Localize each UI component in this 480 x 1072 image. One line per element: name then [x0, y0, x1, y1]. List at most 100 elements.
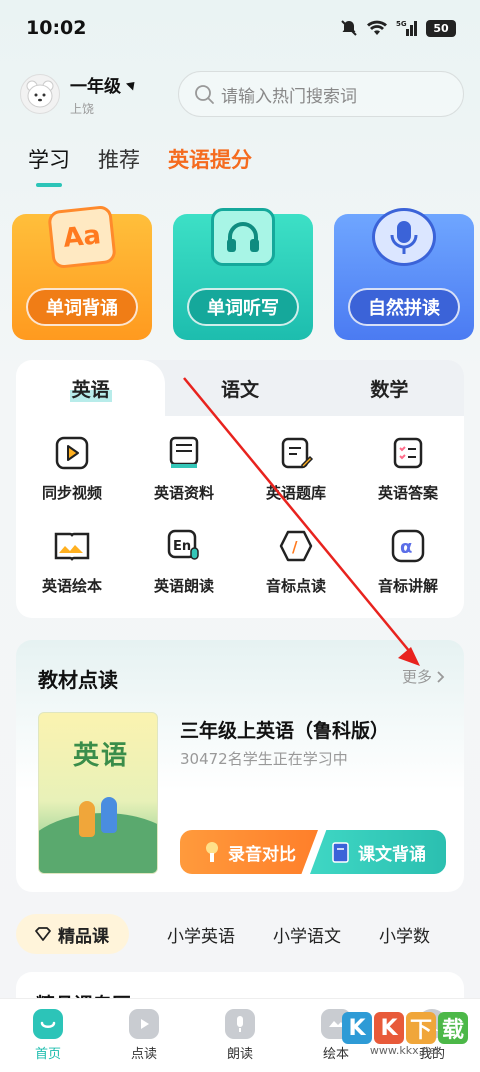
alpha-icon: α: [389, 527, 427, 565]
mute-bell-icon: [341, 20, 357, 36]
play-card-icon: [129, 1009, 159, 1039]
record-compare-label: 录音对比: [228, 844, 296, 865]
subject-tabs: 英语 语文 数学: [16, 360, 464, 416]
watermark-letter: 载: [438, 1012, 468, 1044]
mic-card-icon: [225, 1009, 255, 1039]
aa-card-icon: Aa: [47, 204, 117, 270]
category-premium-course[interactable]: 精品课: [16, 914, 129, 954]
record-compare-button[interactable]: 录音对比: [180, 830, 318, 874]
book-stack-icon: [165, 434, 203, 472]
svg-text:α: α: [400, 537, 412, 558]
category-primary-math[interactable]: 小学数: [379, 922, 430, 947]
tool-label: 英语绘本: [41, 577, 102, 595]
book-cover[interactable]: 英语: [38, 712, 158, 874]
book-cover-title: 英语: [73, 741, 130, 771]
word-dictation-card[interactable]: 单词听写: [173, 208, 313, 340]
top-tabs: 学习 推荐 英语提分: [28, 144, 252, 187]
category-primary-chinese[interactable]: 小学语文: [273, 922, 341, 947]
tool-phonetic-explain[interactable]: α 音标讲解: [352, 527, 464, 618]
battery-indicator: 50: [426, 19, 456, 37]
text-recite-label: 课文背诵: [358, 844, 426, 865]
text-recite-button[interactable]: 课文背诵: [310, 830, 446, 874]
en-mic-icon: En: [165, 527, 203, 565]
tool-phonetic-reading[interactable]: / 音标点读: [240, 527, 352, 618]
nav-label: 朗读: [226, 1047, 253, 1062]
tool-label: 同步视频: [41, 484, 102, 502]
book-icon: [332, 842, 349, 863]
headphones-icon: [211, 208, 275, 266]
search-input[interactable]: 请输入热门搜索词: [178, 71, 464, 117]
word-recite-card[interactable]: Aa 单词背诵: [12, 204, 152, 340]
textbook-section-title: 教材点读: [38, 668, 118, 692]
svg-text:En: En: [173, 539, 191, 554]
diamond-icon: [35, 927, 51, 941]
phonetic-slash-icon: /: [277, 527, 315, 565]
tool-label: 音标讲解: [377, 577, 438, 595]
kid-figure: [79, 801, 95, 837]
microphone-icon: [372, 208, 436, 266]
watermark-letter: 下: [406, 1012, 436, 1044]
subject-tab-english[interactable]: 英语: [16, 360, 166, 416]
subject-tab-chinese[interactable]: 语文: [165, 360, 314, 416]
tab-study[interactable]: 学习: [28, 144, 70, 187]
document-edit-icon: [277, 434, 315, 472]
textbook-panel: 教材点读 更多 英语 三年级上英语（鲁科版） 30472名学生正在学习中 录音对…: [16, 640, 464, 892]
tab-english-boost[interactable]: 英语提分: [168, 144, 252, 174]
grade-selector[interactable]: 一年级 上饶: [70, 72, 156, 117]
chevron-right-icon: [437, 670, 445, 683]
subject-tab-math[interactable]: 数学: [315, 360, 464, 416]
video-play-icon: [53, 434, 91, 472]
tool-english-materials[interactable]: 英语资料: [128, 434, 240, 527]
tool-label: 英语朗读: [153, 577, 214, 595]
tool-english-answers[interactable]: 英语答案: [352, 434, 464, 527]
more-label: 更多: [401, 668, 432, 686]
category-primary-english[interactable]: 小学英语: [167, 922, 235, 947]
tab-recommend[interactable]: 推荐: [98, 144, 140, 174]
learners-count: 30472名学生正在学习中: [180, 750, 348, 768]
avatar[interactable]: [20, 74, 60, 114]
tool-english-reading[interactable]: En 英语朗读: [128, 527, 240, 618]
svg-text:/: /: [292, 538, 298, 556]
word-recite-label: 单词背诵: [26, 288, 138, 326]
status-time: 10:02: [26, 17, 87, 39]
cell-signal-icon: 5G: [396, 20, 417, 36]
picture-book-icon: [53, 527, 91, 565]
tool-label: 英语答案: [377, 484, 438, 502]
more-link[interactable]: 更多: [402, 666, 446, 687]
tool-sync-video[interactable]: 同步视频: [16, 434, 128, 527]
nav-label: 点读: [130, 1047, 157, 1062]
search-placeholder: 请输入热门搜索词: [221, 86, 357, 107]
word-dictation-label: 单词听写: [187, 288, 299, 326]
kid-figure: [101, 797, 117, 833]
status-icons: 5G 50: [340, 19, 456, 37]
natural-phonics-label: 自然拼读: [348, 288, 460, 326]
watermark-logo: K K 下 载 www.kkx.net: [342, 1012, 468, 1057]
natural-phonics-card[interactable]: 自然拼读: [334, 208, 474, 340]
book-hill-decoration: [39, 813, 157, 873]
category-label: 精品课: [58, 926, 109, 947]
location-label: 上饶: [70, 101, 95, 116]
header: 一年级 上饶 请输入热门搜索词: [0, 66, 480, 122]
tool-grid: 同步视频 英语资料 英语题库 英语答案 英语绘本 En 英语朗读 / 音标点读 …: [16, 416, 464, 618]
tool-english-picture-book[interactable]: 英语绘本: [16, 527, 128, 618]
category-row: 精品课 小学英语 小学语文 小学数: [16, 914, 480, 954]
tool-label: 音标点读: [265, 577, 326, 595]
checklist-icon: [389, 434, 427, 472]
svg-text:5G: 5G: [396, 20, 407, 28]
tool-english-question-bank[interactable]: 英语题库: [240, 434, 352, 527]
nav-home[interactable]: 首页: [12, 1009, 84, 1062]
book-title: 三年级上英语（鲁科版）: [180, 720, 390, 742]
bear-avatar-icon: [26, 80, 54, 108]
search-icon: [195, 85, 214, 104]
home-icon: [33, 1009, 63, 1039]
feature-cards: Aa 单词背诵 单词听写 自然拼读: [12, 204, 474, 340]
wifi-icon: [367, 20, 387, 35]
subject-panel: 英语 语文 数学 同步视频 英语资料 英语题库 英语答案 英语绘本 En 英语朗…: [16, 360, 464, 618]
tool-label: 英语资料: [153, 484, 214, 502]
tool-label: 英语题库: [265, 484, 326, 502]
microphone-icon: [206, 842, 218, 862]
nav-read-aloud[interactable]: 朗读: [204, 1009, 276, 1062]
caret-icon: [125, 77, 139, 91]
grade-title: 一年级: [70, 76, 121, 97]
nav-point-read[interactable]: 点读: [108, 1009, 180, 1062]
